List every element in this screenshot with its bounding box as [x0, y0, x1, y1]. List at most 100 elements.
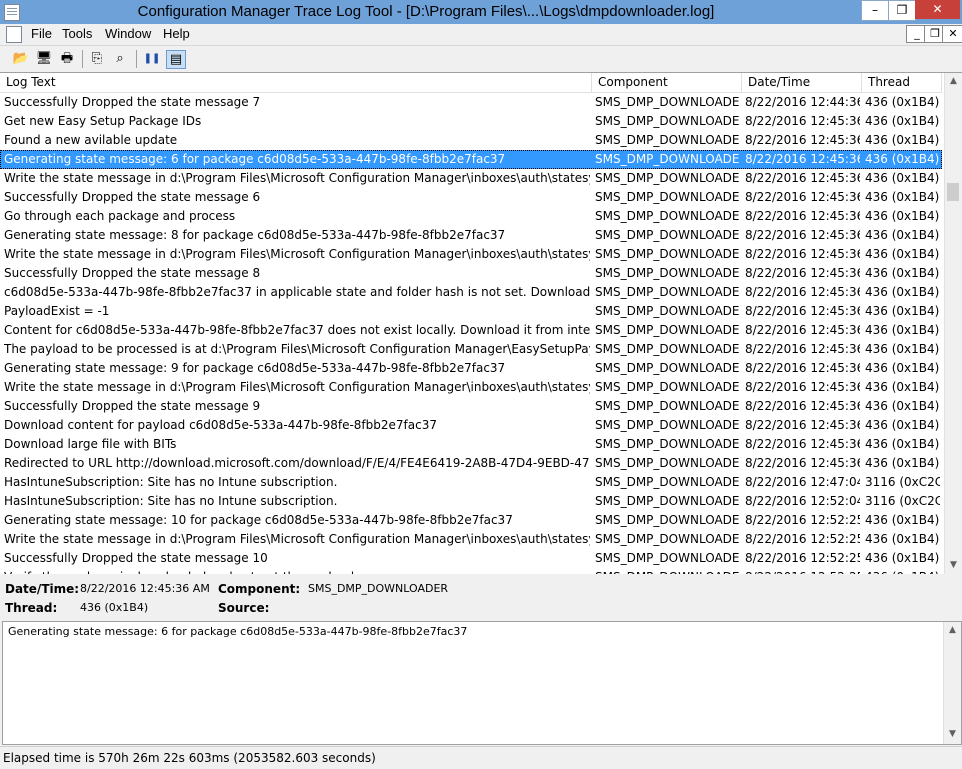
- table-row[interactable]: c6d08d5e-533a-447b-98fe-8fbb2e7fac37 in …: [0, 283, 942, 302]
- table-row[interactable]: Generating state message: 8 for package …: [0, 226, 942, 245]
- datetime-value: 8/22/2016 12:45:36 AM: [80, 582, 210, 595]
- table-row[interactable]: Generating state message: 9 for package …: [0, 359, 942, 378]
- maximize-button[interactable]: ❐: [888, 0, 916, 21]
- table-row[interactable]: The payload to be processed is at d:\Pro…: [0, 340, 942, 359]
- message-scrollbar[interactable]: ▲ ▼: [943, 622, 961, 744]
- table-row[interactable]: Successfully Dropped the state message 9…: [0, 397, 942, 416]
- cell-component: SMS_DMP_DOWNLOADER: [595, 323, 740, 337]
- table-row[interactable]: Successfully Dropped the state message 8…: [0, 264, 942, 283]
- table-row[interactable]: HasIntuneSubscription: Site has no Intun…: [0, 492, 942, 511]
- menu-window[interactable]: Window: [105, 26, 151, 41]
- cell-thread: 436 (0x1B4): [865, 190, 940, 204]
- table-row[interactable]: Successfully Dropped the state message 7…: [0, 93, 942, 112]
- cell-datetime: 8/22/2016 12:45:36 AM: [745, 342, 860, 356]
- toolbar-separator: [82, 50, 83, 68]
- cell-log-text: Successfully Dropped the state message 1…: [4, 551, 268, 565]
- table-row[interactable]: Go through each package and process SMS_D…: [0, 207, 942, 226]
- table-row[interactable]: Download large file with BITs SMS_DMP_DOW…: [0, 435, 942, 454]
- component-value: SMS_DMP_DOWNLOADER: [308, 582, 449, 595]
- cell-thread: 436 (0x1B4): [865, 418, 940, 432]
- cell-datetime: 8/22/2016 12:45:36 AM: [745, 380, 860, 394]
- table-row[interactable]: Write the state message in d:\Program Fi…: [0, 169, 942, 188]
- cell-component: SMS_DMP_DOWNLOADER: [595, 437, 740, 451]
- cell-thread: 436 (0x1B4): [865, 133, 940, 147]
- datetime-label: Date/Time:: [5, 582, 80, 596]
- table-row[interactable]: Write the state message in d:\Program Fi…: [0, 530, 942, 549]
- column-header-component[interactable]: Component: [592, 73, 742, 92]
- table-row[interactable]: Content for c6d08d5e-533a-447b-98fe-8fbb…: [0, 321, 942, 340]
- menu-file[interactable]: File: [31, 26, 52, 41]
- window-title: Configuration Manager Trace Log Tool - […: [137, 3, 715, 20]
- cell-datetime: 8/22/2016 12:52:25 AM: [745, 532, 860, 546]
- cell-datetime: 8/22/2016 12:45:36 AM: [745, 133, 860, 147]
- cell-log-text: Generating state message: 9 for package …: [4, 361, 506, 375]
- mdi-close-button[interactable]: ✕: [942, 25, 962, 43]
- pause-icon[interactable]: ❚❚: [143, 50, 161, 67]
- minimize-button[interactable]: –: [861, 0, 889, 21]
- cell-log-text: Go through each package and process: [4, 209, 236, 223]
- scroll-down-arrow-icon[interactable]: ▼: [945, 557, 962, 574]
- find-icon[interactable]: ⌕: [111, 50, 129, 67]
- table-row[interactable]: Get new Easy Setup Package IDs SMS_DMP_DO…: [0, 112, 942, 131]
- document-icon[interactable]: [6, 26, 22, 43]
- cell-log-text: Generating state message: 6 for package …: [4, 152, 506, 166]
- details-pane: Date/Time: 8/22/2016 12:45:36 AM Compone…: [0, 574, 962, 620]
- cell-thread: 436 (0x1B4): [865, 323, 940, 337]
- cell-log-text: Successfully Dropped the state message 9: [4, 399, 261, 413]
- cell-thread: 436 (0x1B4): [865, 342, 940, 356]
- table-row[interactable]: HasIntuneSubscription: Site has no Intun…: [0, 473, 942, 492]
- menu-bar: File Tools Window Help _ ❐ ✕: [0, 24, 962, 44]
- cell-log-text: Write the state message in d:\Program Fi…: [4, 247, 590, 261]
- table-row[interactable]: Redirected to URL http://download.micros…: [0, 454, 942, 473]
- toolbar: 📂 🖥 🖶 ⎘ ⌕ ❚❚ ▤: [0, 45, 962, 72]
- scroll-down-arrow-icon[interactable]: ▼: [944, 726, 961, 743]
- close-button[interactable]: ✕: [915, 0, 960, 19]
- table-row[interactable]: Successfully Dropped the state message 1…: [0, 549, 942, 568]
- open-folder-icon[interactable]: 📂: [12, 50, 30, 67]
- column-header-log-text[interactable]: Log Text: [0, 73, 592, 92]
- cell-datetime: 8/22/2016 12:45:36 AM: [745, 228, 860, 242]
- log-table-scrollbar[interactable]: ▲ ▼: [944, 73, 962, 575]
- cell-thread: 436 (0x1B4): [865, 380, 940, 394]
- table-row[interactable]: Write the state message in d:\Program Fi…: [0, 378, 942, 397]
- cell-component: SMS_DMP_DOWNLOADER: [595, 532, 740, 546]
- table-row[interactable]: Generating state message: 6 for package …: [0, 150, 942, 169]
- cell-component: SMS_DMP_DOWNLOADER: [595, 380, 740, 394]
- table-row[interactable]: Generating state message: 10 for package…: [0, 511, 942, 530]
- scroll-thumb[interactable]: [947, 183, 959, 201]
- menu-help[interactable]: Help: [163, 26, 190, 41]
- table-row[interactable]: Write the state message in d:\Program Fi…: [0, 245, 942, 264]
- cell-component: SMS_DMP_DOWNLOADER: [595, 190, 740, 204]
- message-pane[interactable]: Generating state message: 6 for package …: [2, 621, 962, 745]
- cell-thread: 436 (0x1B4): [865, 551, 940, 565]
- cell-thread: 436 (0x1B4): [865, 456, 940, 470]
- cell-thread: 436 (0x1B4): [865, 399, 940, 413]
- cell-datetime: 8/22/2016 12:45:36 AM: [745, 266, 860, 280]
- message-text: Generating state message: 6 for package …: [8, 625, 468, 638]
- cell-datetime: 8/22/2016 12:45:36 AM: [745, 114, 860, 128]
- copy-icon[interactable]: ⎘: [88, 50, 106, 67]
- table-row[interactable]: PayloadExist = -1 SMS_DMP_DOWNLOADER 8/22/…: [0, 302, 942, 321]
- preview-pane-icon[interactable]: ▤: [166, 50, 186, 69]
- cell-log-text: Write the state message in d:\Program Fi…: [4, 380, 590, 394]
- table-row[interactable]: Successfully Dropped the state message 6…: [0, 188, 942, 207]
- scroll-up-arrow-icon[interactable]: ▲: [944, 622, 961, 639]
- column-header-datetime[interactable]: Date/Time: [742, 73, 862, 92]
- open-remote-icon[interactable]: 🖥: [35, 50, 53, 67]
- cell-component: SMS_DMP_DOWNLOADER: [595, 456, 740, 470]
- cell-log-text: Write the state message in d:\Program Fi…: [4, 532, 590, 546]
- cell-component: SMS_DMP_DOWNLOADER: [595, 228, 740, 242]
- cell-log-text: PayloadExist = -1: [4, 304, 110, 318]
- scroll-up-arrow-icon[interactable]: ▲: [945, 73, 962, 90]
- menu-tools[interactable]: Tools: [62, 26, 92, 41]
- cell-log-text: The payload to be processed is at d:\Pro…: [4, 342, 590, 356]
- cell-component: SMS_DMP_DOWNLOADER: [595, 399, 740, 413]
- log-table[interactable]: Log Text Component Date/Time Thread Succ…: [0, 72, 962, 575]
- print-icon[interactable]: 🖶: [58, 50, 76, 67]
- cell-component: SMS_DMP_DOWNLOADER: [595, 133, 740, 147]
- table-row[interactable]: Found a new avilable update SMS_DMP_DOWNL…: [0, 131, 942, 150]
- cell-datetime: 8/22/2016 12:45:36 AM: [745, 171, 860, 185]
- cell-log-text: HasIntuneSubscription: Site has no Intun…: [4, 494, 338, 508]
- column-header-thread[interactable]: Thread: [862, 73, 942, 92]
- table-row[interactable]: Download content for payload c6d08d5e-53…: [0, 416, 942, 435]
